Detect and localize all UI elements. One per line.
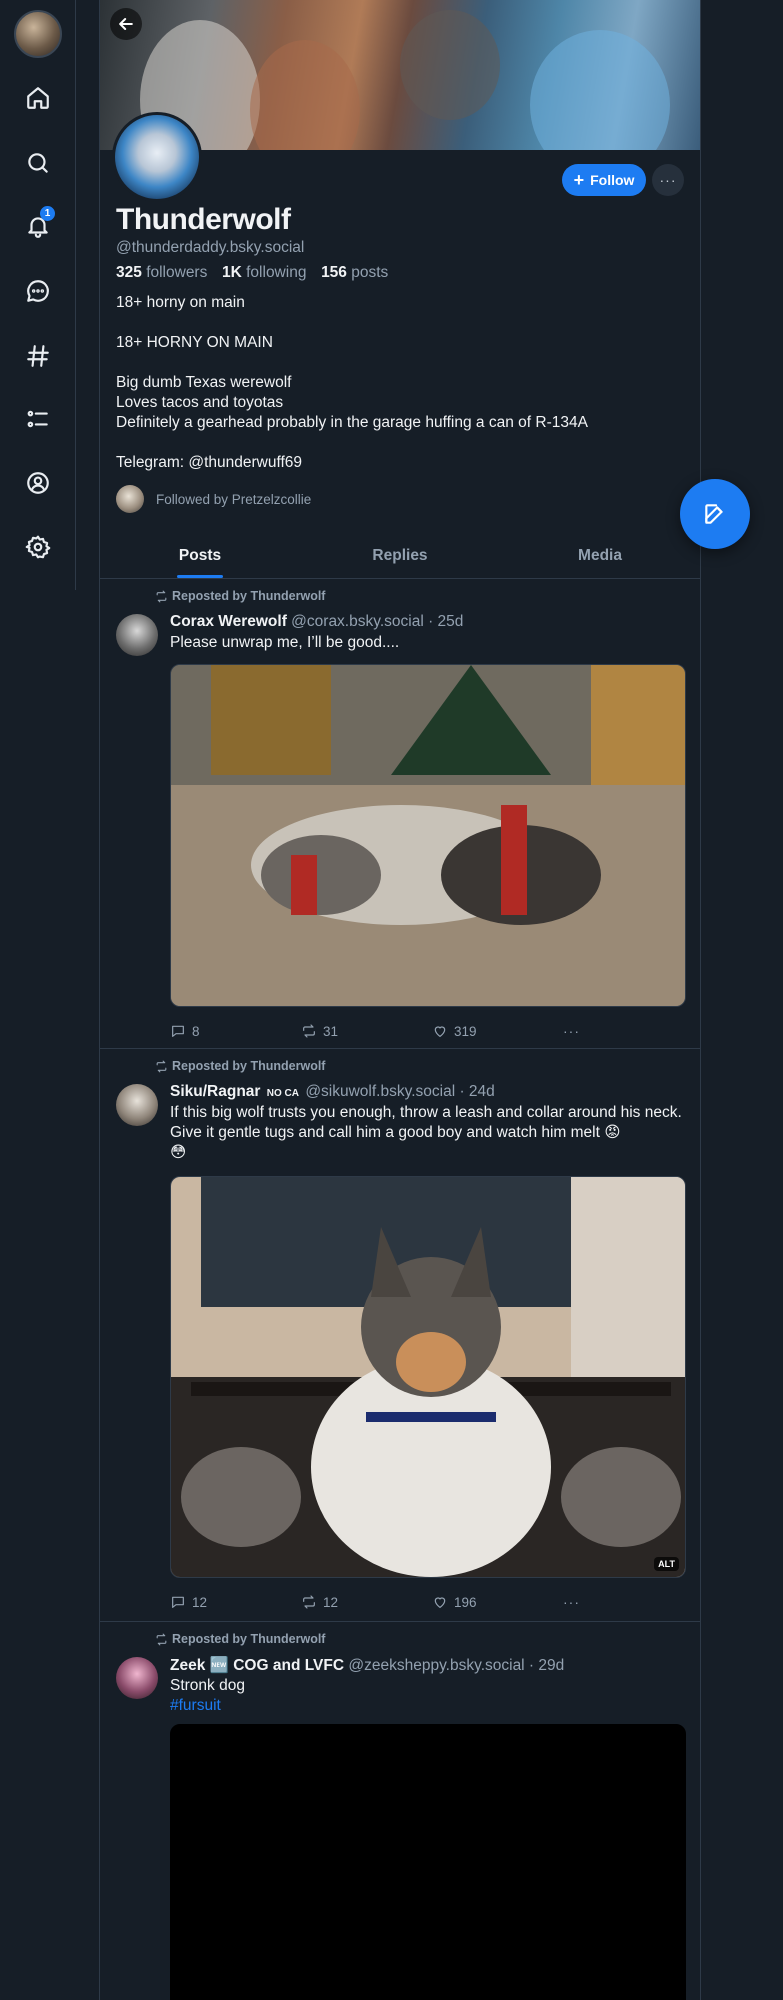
notifications-bell-icon[interactable]: 1 bbox=[20, 206, 56, 244]
follower-avatar bbox=[116, 485, 144, 513]
reply-icon bbox=[172, 1025, 184, 1037]
reply-button[interactable]: 12 bbox=[170, 1594, 301, 1610]
heart-icon bbox=[434, 1597, 446, 1608]
tab-posts[interactable]: Posts bbox=[100, 533, 300, 578]
hashtag-feeds-icon[interactable] bbox=[20, 338, 56, 374]
bio-line: 18+ HORNY ON MAIN bbox=[116, 334, 273, 351]
repost-icon bbox=[156, 1633, 167, 1645]
tab-replies[interactable]: Replies bbox=[300, 533, 500, 578]
feed-post[interactable]: Reposted by Thunderwolf Corax Werewolf @… bbox=[100, 580, 700, 1049]
feed-post[interactable]: Reposted by Thunderwolf Zeek 🆕 COG and L… bbox=[100, 1623, 700, 2000]
post-author-avatar[interactable] bbox=[116, 1657, 158, 1699]
repost-icon bbox=[303, 1024, 315, 1038]
chat-bubble-icon[interactable] bbox=[20, 273, 56, 309]
profile-avatar[interactable] bbox=[112, 112, 202, 202]
post-author-name[interactable]: Siku/Ragnar bbox=[170, 1083, 260, 1100]
post-meta[interactable]: @corax.bsky.social · 25d bbox=[291, 613, 463, 630]
post-meta[interactable]: @zeeksheppy.bsky.social · 29d bbox=[348, 1657, 564, 1674]
post-actions: 8 31 319 ··· bbox=[170, 1023, 603, 1039]
home-icon[interactable] bbox=[20, 80, 56, 116]
profile-tabs: Posts Replies Media bbox=[100, 533, 700, 579]
like-button[interactable]: 319 bbox=[432, 1023, 563, 1039]
notification-badge: 1 bbox=[40, 206, 55, 221]
post-image[interactable] bbox=[170, 664, 686, 1007]
profile-handle: @thunderdaddy.bsky.social bbox=[116, 239, 305, 256]
post-meta[interactable]: @sikuwolf.bsky.social · 24d bbox=[305, 1083, 494, 1100]
followed-by-text: Followed by Pretzelzcollie bbox=[156, 491, 312, 507]
hashtag-link[interactable]: #fursuit bbox=[170, 1696, 690, 1716]
post-image[interactable]: ALT bbox=[170, 1176, 686, 1578]
author-flag-label: NO CA bbox=[266, 1088, 299, 1099]
repost-indicator: Reposted by Thunderwolf bbox=[155, 589, 325, 603]
compose-pencil-icon bbox=[705, 504, 723, 524]
profile-stats: 325 followers 1K following 156 posts bbox=[116, 264, 388, 282]
profile-more-options-button[interactable]: ··· bbox=[652, 164, 684, 196]
tab-media[interactable]: Media bbox=[500, 533, 700, 578]
post-video[interactable] bbox=[170, 1724, 686, 2000]
post-text: Stronk dog #fursuit bbox=[170, 1676, 690, 1716]
post-more-options-button[interactable]: ··· bbox=[563, 1594, 603, 1610]
like-button[interactable]: 196 bbox=[432, 1594, 563, 1610]
alt-text-badge[interactable]: ALT bbox=[654, 1557, 679, 1571]
bio-line: 18+ horny on main bbox=[116, 294, 245, 311]
bio-line: Telegram: @thunderwuff69 bbox=[116, 454, 303, 471]
settings-gear-icon[interactable] bbox=[20, 529, 56, 565]
follow-button[interactable]: + Follow bbox=[562, 164, 646, 196]
bio-line bbox=[116, 313, 686, 333]
compose-post-button[interactable] bbox=[680, 479, 750, 549]
post-text: Please unwrap me, I’ll be good.... bbox=[170, 634, 400, 651]
post-actions: 12 12 196 ··· bbox=[170, 1594, 603, 1610]
bio-line: Definitely a gearhead probably in the ga… bbox=[116, 414, 588, 431]
followed-by-row[interactable]: Followed by Pretzelzcollie bbox=[116, 485, 311, 513]
bio-line bbox=[116, 353, 686, 373]
left-nav-rail: 1 bbox=[0, 0, 76, 590]
repost-indicator: Reposted by Thunderwolf bbox=[155, 1059, 325, 1073]
reply-icon bbox=[172, 1596, 184, 1608]
repost-indicator: Reposted by Thunderwolf bbox=[155, 1632, 325, 1646]
repost-icon bbox=[156, 590, 167, 602]
search-icon[interactable] bbox=[20, 145, 56, 181]
repost-button[interactable]: 31 bbox=[301, 1023, 432, 1039]
repost-button[interactable]: 12 bbox=[301, 1594, 432, 1610]
repost-icon bbox=[156, 1060, 167, 1072]
post-text-line: Stronk dog bbox=[170, 1677, 245, 1694]
bio-line bbox=[116, 433, 686, 453]
post-header: Corax Werewolf @corax.bsky.social · 25d bbox=[170, 613, 463, 631]
follow-label: Follow bbox=[590, 172, 635, 188]
post-text: If this big wolf trusts you enough, thro… bbox=[170, 1104, 682, 1161]
heart-icon bbox=[434, 1026, 446, 1037]
profile-icon[interactable] bbox=[20, 465, 56, 501]
feed-post[interactable]: Reposted by Thunderwolf Siku/Ragnar NO C… bbox=[100, 1050, 700, 1622]
followers-stat[interactable]: 325 followers bbox=[116, 264, 207, 281]
bio-line: Big dumb Texas werewolf bbox=[116, 374, 292, 391]
post-header: Siku/Ragnar NO CA @sikuwolf.bsky.social … bbox=[170, 1083, 495, 1101]
profile-display-name: Thunderwolf bbox=[116, 203, 291, 236]
current-user-avatar[interactable] bbox=[14, 10, 62, 58]
profile-bio: 18+ horny on main 18+ HORNY ON MAIN Big … bbox=[116, 293, 686, 473]
post-author-name[interactable]: Corax Werewolf bbox=[170, 613, 287, 630]
bio-line: Loves tacos and toyotas bbox=[116, 394, 284, 411]
post-author-avatar[interactable] bbox=[116, 1084, 158, 1126]
reply-button[interactable]: 8 bbox=[170, 1023, 301, 1039]
profile-column: + Follow ··· Thunderwolf @thunderdaddy.b… bbox=[99, 0, 701, 2000]
lists-icon[interactable] bbox=[20, 401, 56, 437]
plus-icon: + bbox=[573, 170, 585, 190]
post-more-options-button[interactable]: ··· bbox=[563, 1023, 603, 1039]
posts-stat: 156 posts bbox=[321, 264, 389, 281]
post-author-name[interactable]: Zeek 🆕 COG and LVFC bbox=[170, 1657, 344, 1674]
post-header: Zeek 🆕 COG and LVFC @zeeksheppy.bsky.soc… bbox=[170, 1656, 564, 1675]
post-author-avatar[interactable] bbox=[116, 614, 158, 656]
back-arrow-icon[interactable] bbox=[110, 8, 142, 40]
repost-icon bbox=[303, 1595, 315, 1609]
following-stat[interactable]: 1K following bbox=[222, 264, 306, 281]
